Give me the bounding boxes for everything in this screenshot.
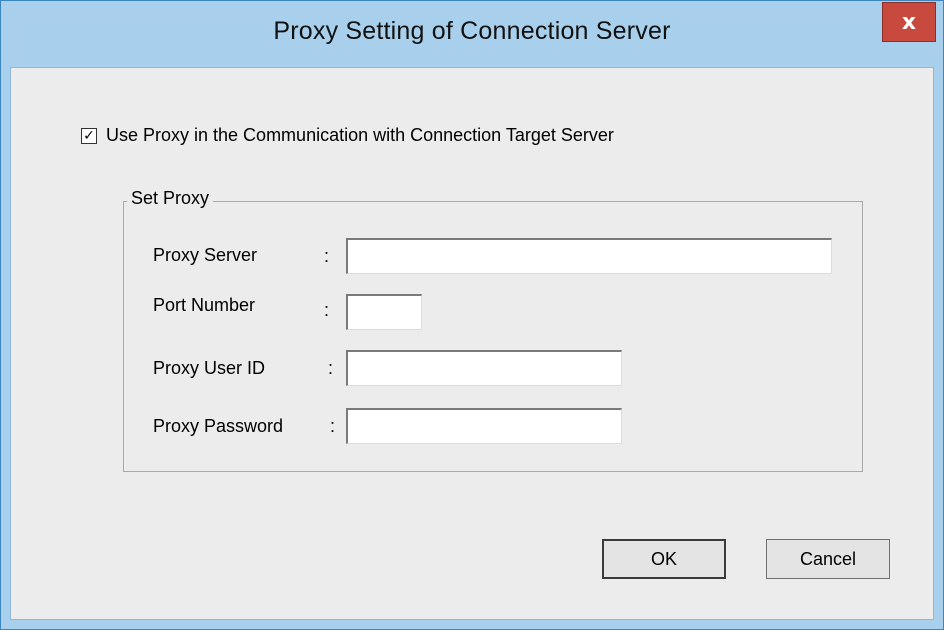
use-proxy-row: ✓ Use Proxy in the Communication with Co… <box>81 125 614 146</box>
proxy-user-id-input[interactable] <box>346 350 622 386</box>
close-button[interactable]: x <box>882 2 936 42</box>
proxy-server-colon: : <box>324 246 330 266</box>
proxy-user-id-colon: : <box>328 358 334 378</box>
proxy-server-label: Proxy Server <box>153 245 258 265</box>
dialog-window: Proxy Setting of Connection Server x ✓ U… <box>0 0 944 630</box>
port-number-label: Port Number <box>153 295 256 315</box>
set-proxy-group-title: Set Proxy <box>127 188 214 209</box>
proxy-user-id-label: Proxy User ID <box>153 358 266 378</box>
check-icon: ✓ <box>83 127 95 144</box>
port-number-colon: : <box>324 300 330 320</box>
use-proxy-label[interactable]: Use Proxy in the Communication with Conn… <box>106 125 614 146</box>
close-icon: x <box>901 9 917 35</box>
proxy-password-colon: : <box>330 416 336 436</box>
use-proxy-checkbox[interactable]: ✓ <box>81 127 97 144</box>
proxy-server-input[interactable] <box>346 238 832 274</box>
dialog-title: Proxy Setting of Connection Server <box>273 17 671 45</box>
proxy-password-input[interactable] <box>346 408 622 444</box>
port-number-input[interactable] <box>346 294 422 330</box>
ok-button[interactable]: OK <box>602 539 726 579</box>
cancel-button[interactable]: Cancel <box>766 539 890 579</box>
proxy-password-label: Proxy Password <box>153 416 284 436</box>
dialog-client-area: ✓ Use Proxy in the Communication with Co… <box>10 67 934 620</box>
title-bar[interactable]: Proxy Setting of Connection Server x <box>1 1 943 67</box>
